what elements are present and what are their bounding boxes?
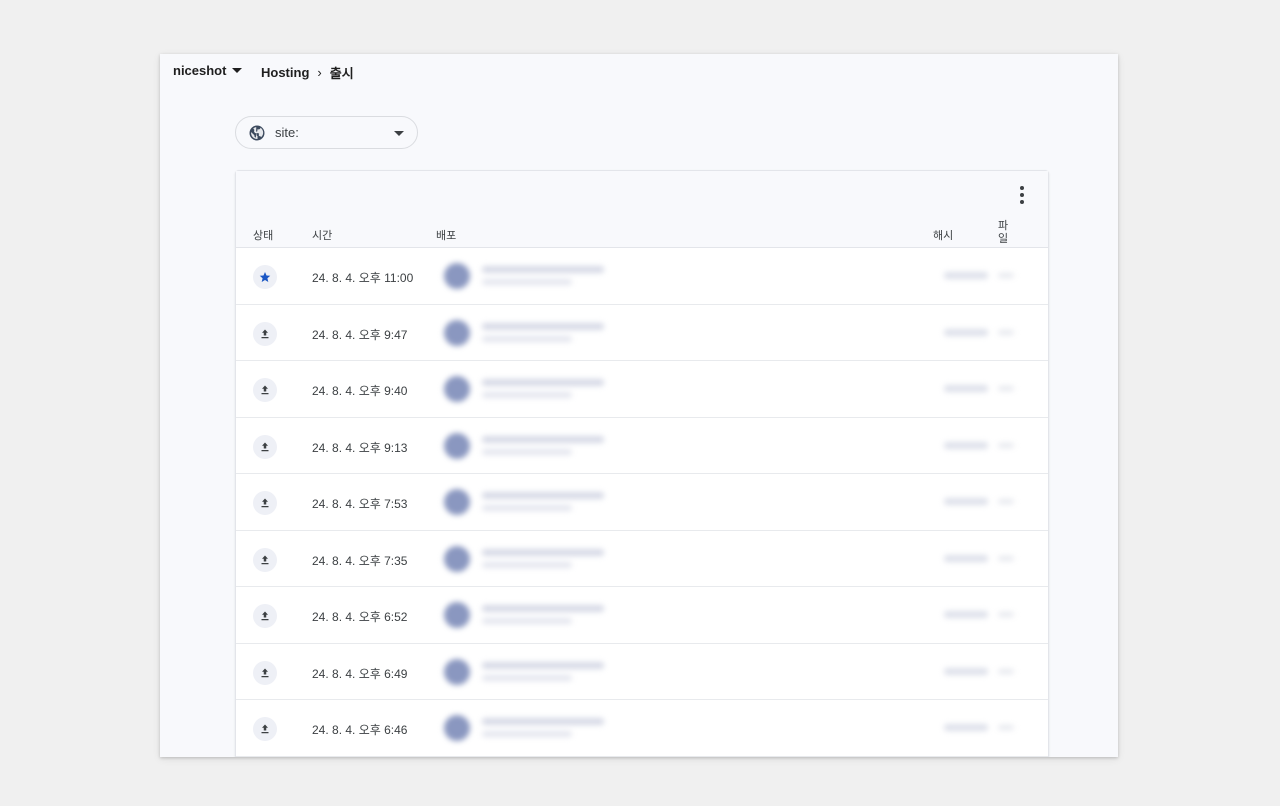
release-time: 24. 8. 4. 오후 6:46	[312, 723, 408, 737]
release-time: 24. 8. 4. 오후 9:47	[312, 327, 408, 342]
release-time: 24. 8. 4. 오후 11:00	[312, 271, 414, 285]
avatar	[444, 319, 470, 346]
redacted-deploy-info	[426, 474, 1026, 530]
avatar	[444, 263, 470, 289]
breadcrumb-release: 출시	[329, 66, 354, 81]
column-header-time: 시간	[312, 230, 333, 242]
release-history-card: 상태 시간 배포 해시 파일 24. 8. 4. 오후 11:00 24. 8. …	[235, 170, 1049, 757]
avatar	[444, 432, 470, 459]
upload-icon	[253, 491, 277, 515]
column-header-hash: 해시	[933, 230, 954, 242]
release-time: 24. 8. 4. 오후 6:52	[312, 610, 408, 624]
console-window: niceshot Hosting › 출시 site: 상태 시간 배포 해시 …	[160, 54, 1118, 757]
more-vert-button[interactable]	[1012, 185, 1032, 205]
redacted-deploy-info	[426, 531, 1026, 587]
redacted-deploy-info	[426, 644, 1026, 700]
upload-icon	[253, 660, 277, 685]
redacted-deploy-info	[426, 248, 1026, 304]
chevron-down-icon	[394, 131, 404, 136]
upload-icon	[253, 547, 277, 572]
table-row[interactable]: 24. 8. 4. 오후 9:40	[236, 361, 1048, 418]
project-name: niceshot	[173, 63, 227, 78]
table-row[interactable]: 24. 8. 4. 오후 6:52	[236, 587, 1048, 644]
breadcrumb: Hosting › 출시	[261, 63, 354, 82]
chevron-right-icon: ›	[317, 65, 322, 80]
release-time: 24. 8. 4. 오후 7:35	[312, 553, 408, 568]
site-filter-select[interactable]: site:	[235, 116, 418, 149]
release-rows: 24. 8. 4. 오후 11:00 24. 8. 4. 오후 9:47 24. 8…	[236, 248, 1048, 757]
star-icon	[253, 265, 277, 289]
redacted-deploy-info	[426, 305, 1026, 361]
redacted-deploy-info	[426, 587, 1026, 643]
table-row[interactable]: 24. 8. 4. 오후 11:00	[236, 248, 1048, 305]
avatar	[444, 545, 470, 572]
top-bar: niceshot Hosting › 출시	[160, 54, 1118, 90]
upload-icon	[253, 717, 277, 741]
project-switcher[interactable]: niceshot	[173, 63, 243, 78]
release-time: 24. 8. 4. 오후 9:40	[312, 384, 408, 398]
upload-icon	[253, 321, 277, 346]
table-header: 상태 시간 배포 해시 파일	[236, 171, 1048, 248]
column-header-status: 상태	[253, 230, 274, 242]
redacted-deploy-info	[426, 361, 1026, 417]
upload-icon	[253, 604, 277, 628]
avatar	[444, 715, 470, 741]
column-header-deploy: 배포	[436, 230, 457, 242]
avatar	[444, 376, 470, 402]
redacted-deploy-info	[426, 418, 1026, 474]
release-time: 24. 8. 4. 오후 9:13	[312, 440, 408, 455]
column-header-files: 파일	[998, 220, 1009, 245]
table-row[interactable]: 24. 8. 4. 오후 7:53	[236, 474, 1048, 531]
globe-icon	[249, 125, 265, 140]
table-row[interactable]: 24. 8. 4. 오후 9:47	[236, 305, 1048, 361]
release-time: 24. 8. 4. 오후 7:53	[312, 497, 408, 511]
table-row[interactable]: 24. 8. 4. 오후 9:13	[236, 418, 1048, 474]
avatar	[444, 489, 470, 515]
breadcrumb-hosting[interactable]: Hosting	[261, 65, 309, 80]
redacted-deploy-info	[426, 700, 1026, 756]
table-row[interactable]: 24. 8. 4. 오후 6:46	[236, 700, 1048, 757]
table-row[interactable]: 24. 8. 4. 오후 7:35	[236, 531, 1048, 587]
site-filter-label: site:	[275, 125, 299, 140]
upload-icon	[253, 434, 277, 459]
upload-icon	[253, 378, 277, 402]
avatar	[444, 658, 470, 685]
release-time: 24. 8. 4. 오후 6:49	[312, 666, 408, 681]
table-row[interactable]: 24. 8. 4. 오후 6:49	[236, 644, 1048, 700]
avatar	[444, 602, 470, 628]
caret-down-icon	[232, 68, 243, 73]
